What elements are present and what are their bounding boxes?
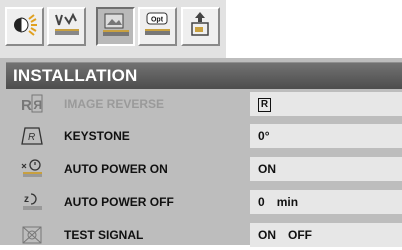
menu-header: INSTALLATION [6, 62, 402, 89]
keystone-unit: ° [264, 129, 270, 143]
brightness-icon [14, 14, 37, 36]
auto-power-off-minutes: 0 [258, 195, 265, 209]
svg-text:R: R [21, 97, 32, 114]
menu-item-label: TEST SIGNAL [64, 228, 144, 242]
tab-brightness[interactable] [5, 7, 44, 46]
menu-item-icon-cell: R R [6, 89, 58, 119]
page-title: INSTALLATION [13, 66, 138, 85]
svg-text:z: z [24, 194, 29, 205]
auto-power-off-unit: min [276, 195, 299, 209]
auto-power-on-state: ON [258, 162, 276, 176]
image-reverse-value[interactable]: R [250, 92, 402, 116]
image-settings-icon [103, 13, 129, 36]
installation-menu-panel: INSTALLATION R R IMAGE REVERSE R R KEYST… [0, 58, 402, 247]
menu-item-icon-cell [6, 220, 58, 250]
menu-item-label: KEYSTONE [64, 129, 130, 143]
keystone-number: 0 [258, 129, 265, 143]
auto-power-off-value[interactable]: 0 min [250, 190, 402, 214]
video-settings-icon [55, 12, 79, 35]
menu-item-image-reverse[interactable]: R R IMAGE REVERSE R [6, 89, 402, 119]
svg-text:Opt: Opt [151, 17, 164, 24]
auto-power-on-icon [21, 159, 42, 177]
menu-item-label: AUTO POWER OFF [64, 195, 174, 209]
menu-item-test-signal[interactable]: TEST SIGNAL ON OFF [6, 220, 402, 250]
menu-item-label: IMAGE REVERSE [64, 97, 165, 111]
svg-text:R: R [33, 98, 42, 112]
keystone-value[interactable]: 0° [250, 124, 402, 148]
auto-power-off-icon: z [23, 193, 42, 210]
tab-video[interactable] [47, 7, 86, 46]
menu-tab-bar: Opt [0, 0, 226, 58]
test-signal-icon [22, 226, 42, 244]
auto-power-on-value[interactable]: ON [250, 157, 402, 181]
test-signal-off-option[interactable]: OFF [288, 228, 312, 242]
menu-item-auto-power-off[interactable]: z AUTO POWER OFF 0 min [6, 187, 402, 217]
svg-text:R: R [28, 132, 35, 143]
test-signal-on-option[interactable]: ON [258, 228, 276, 242]
test-signal-value[interactable]: ON OFF [250, 223, 402, 247]
menu-item-keystone[interactable]: R KEYSTONE 0° [6, 121, 402, 151]
installation-icon [191, 12, 209, 36]
tab-option[interactable]: Opt [138, 7, 177, 46]
image-reverse-glyph: R [258, 97, 271, 112]
menu-item-icon-cell: z [6, 187, 58, 217]
tab-installation[interactable] [181, 7, 220, 46]
image-reverse-icon: R R [21, 94, 43, 114]
option-icon: Opt [145, 12, 170, 35]
menu-item-auto-power-on[interactable]: AUTO POWER ON ON [6, 154, 402, 184]
menu-item-label: AUTO POWER ON [64, 162, 168, 176]
keystone-icon: R [21, 127, 43, 145]
tab-image[interactable] [96, 7, 135, 46]
menu-item-icon-cell: R [6, 121, 58, 151]
menu-item-icon-cell [6, 154, 58, 184]
